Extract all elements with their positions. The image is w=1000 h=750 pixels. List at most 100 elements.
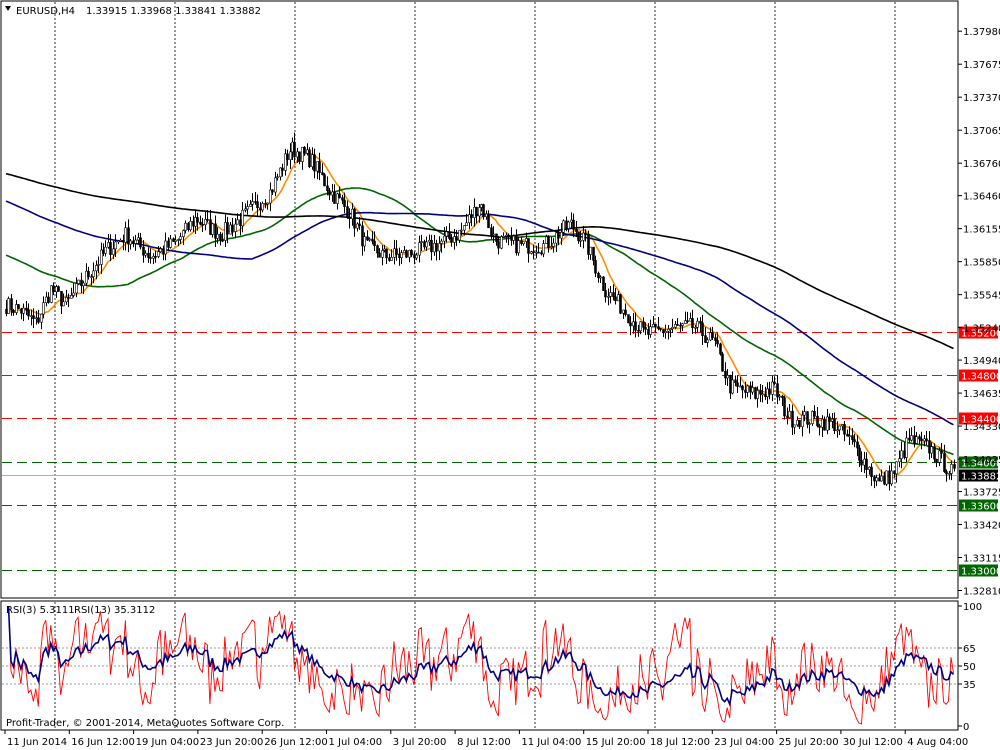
candle-body	[211, 223, 214, 235]
candle-body	[910, 435, 913, 441]
rsi-tick-label: 65	[963, 644, 976, 655]
rsi-tick-label: 50	[963, 662, 976, 673]
candle-body	[159, 248, 162, 252]
level-label: 1.33000	[961, 567, 1000, 578]
candle-body	[701, 322, 704, 336]
price-tick-label: 1.37980	[963, 27, 1000, 38]
time-tick-label: 11 Jun 2014	[7, 737, 67, 748]
candle-body	[395, 248, 398, 255]
candle-body	[557, 232, 560, 239]
candle-body	[27, 309, 30, 317]
candle-body	[381, 250, 384, 258]
candle-body	[251, 201, 254, 205]
ohlc-values: 1.33915 1.33968 1.33841 1.33882	[86, 6, 261, 17]
candle-body	[22, 307, 25, 314]
candle-body	[532, 251, 535, 254]
candle-body	[75, 283, 78, 294]
candle-body	[865, 458, 868, 470]
candle-body	[823, 418, 826, 431]
candle-body	[577, 231, 580, 241]
candle-body	[70, 295, 73, 299]
candle-body	[803, 411, 806, 416]
candle-body	[734, 379, 737, 384]
candle-body	[751, 387, 754, 393]
candle-body	[642, 321, 645, 328]
candle-body	[346, 206, 349, 218]
candle-body	[341, 197, 344, 201]
candle-body	[353, 208, 356, 229]
candle-body	[32, 315, 35, 320]
rsi-slow-label: RSI(13) 35.3112	[74, 605, 155, 616]
candle-body	[721, 353, 724, 372]
candle-body	[935, 458, 938, 463]
candle-body	[788, 410, 791, 418]
candle-body	[376, 245, 379, 254]
rsi-tick-label: 100	[963, 602, 982, 613]
candle-body	[741, 385, 744, 391]
candle-body	[711, 332, 714, 338]
price-tick-label: 1.34025	[963, 455, 1000, 466]
trading-chart[interactable]: 1.352001.348001.344001.340001.336001.330…	[0, 0, 1000, 750]
rsi-tick-label: 0	[963, 722, 969, 733]
candle-body	[368, 238, 371, 241]
candle-body	[371, 238, 374, 242]
candle-body	[62, 301, 65, 307]
time-tick-label: 1 Jul 04:00	[329, 737, 383, 748]
candle-body	[192, 220, 195, 227]
candle-body	[7, 298, 10, 314]
candle-body	[575, 229, 578, 233]
candle-body	[281, 167, 284, 171]
candle-body	[629, 322, 632, 327]
time-tick-label: 25 Jul 20:00	[779, 737, 839, 748]
candle-body	[117, 240, 120, 243]
candle-body	[945, 471, 948, 475]
candle-body	[572, 219, 575, 230]
candle-body	[298, 151, 301, 162]
price-tick-label: 1.36155	[963, 225, 1000, 236]
candle-body	[778, 395, 781, 398]
rsi-fast-label: RSI(3) 5.3111	[6, 605, 75, 616]
current-price-label: 1.33882	[961, 472, 1000, 483]
candle-body	[373, 240, 376, 247]
candle-body	[793, 424, 796, 428]
candle-body	[599, 276, 602, 279]
candle-body	[768, 388, 771, 395]
candle-body	[828, 416, 831, 422]
candle-body	[177, 239, 180, 241]
candle-body	[318, 161, 321, 173]
candle-body	[221, 239, 224, 242]
time-tick-label: 3 Jul 20:00	[393, 737, 447, 748]
candle-body	[853, 439, 856, 443]
candle-body	[512, 235, 515, 241]
price-tick-label: 1.34940	[963, 356, 1000, 367]
candle-body	[686, 320, 689, 322]
candle-body	[85, 270, 88, 284]
candle-body	[495, 233, 498, 242]
candle-body	[895, 461, 898, 475]
candle-body	[567, 221, 570, 229]
candle-body	[286, 153, 289, 160]
candle-body	[746, 385, 749, 393]
candle-body	[940, 450, 943, 454]
candle-body	[445, 231, 448, 237]
candle-body	[127, 227, 130, 245]
price-tick-label: 1.33115	[963, 554, 1000, 565]
candle-body	[378, 252, 381, 258]
candle-body	[547, 236, 550, 248]
candle-body	[139, 237, 142, 248]
candle-body	[885, 470, 888, 485]
candle-body	[385, 248, 388, 259]
candle-body	[856, 441, 859, 449]
candle-body	[241, 209, 244, 227]
candle-body	[808, 423, 811, 425]
candle-body	[358, 223, 361, 227]
candle-body	[187, 222, 190, 230]
candle-body	[239, 219, 242, 227]
candle-body	[102, 249, 105, 254]
candle-body	[517, 240, 520, 254]
candle-body	[759, 390, 762, 395]
price-tick-label: 1.33725	[963, 488, 1000, 499]
candle-body	[522, 241, 525, 244]
candle-body	[930, 446, 933, 454]
candle-body	[438, 243, 441, 252]
